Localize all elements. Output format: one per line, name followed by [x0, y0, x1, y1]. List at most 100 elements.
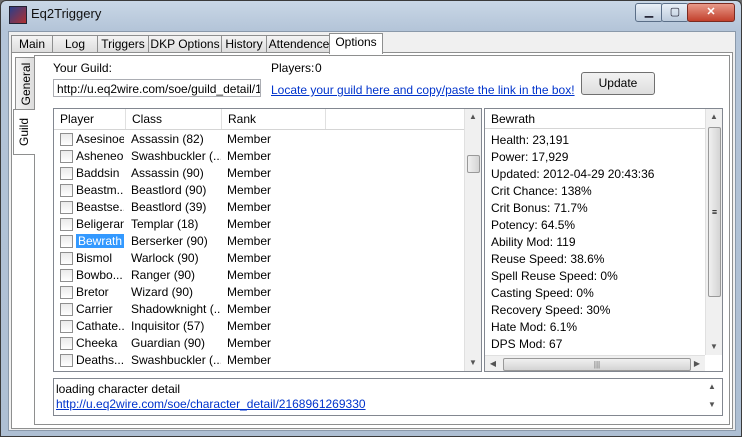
- tab-history[interactable]: History: [221, 35, 267, 53]
- detail-scroll-thumb[interactable]: ≡: [708, 127, 721, 297]
- class-cell: Beastlord (39): [131, 200, 207, 214]
- tab-triggers[interactable]: Triggers: [97, 35, 149, 53]
- table-row[interactable]: Beligerant Templar (18) Member: [54, 216, 464, 233]
- maximize-button[interactable]: ▢: [661, 3, 689, 22]
- column-header-rank[interactable]: Rank: [222, 109, 326, 129]
- log-textbox[interactable]: loading character detail http://u.eq2wir…: [53, 378, 723, 416]
- table-row[interactable]: Asheneo Swashbuckler (... Member: [54, 148, 464, 165]
- table-row[interactable]: Bretor Wizard (90) Member: [54, 284, 464, 301]
- class-cell: Wizard (90): [131, 285, 194, 299]
- detail-scroll-left-icon[interactable]: ◀: [485, 356, 501, 371]
- tab-attendence[interactable]: Attendence: [266, 35, 332, 53]
- app-window: Eq2Triggery ▁ ▢ ✕ Main Log Triggers DKP …: [0, 0, 742, 437]
- side-tab-guild[interactable]: Guild: [13, 109, 35, 155]
- detail-line: Power: 17,929: [491, 150, 569, 164]
- window-title: Eq2Triggery: [31, 6, 102, 21]
- log-scroll-up-icon[interactable]: ▲: [704, 379, 720, 397]
- player-name-cell: Bretor: [76, 284, 124, 301]
- row-checkbox[interactable]: [60, 337, 73, 350]
- row-checkbox[interactable]: [60, 354, 73, 367]
- detail-vertical-scrollbar[interactable]: ▲ ≡ ▼: [705, 109, 722, 355]
- detail-line: Hate Mod: 6.1%: [491, 320, 578, 334]
- rank-cell: Member: [227, 132, 272, 146]
- row-checkbox[interactable]: [60, 184, 73, 197]
- rank-cell: Member: [227, 149, 272, 163]
- options-tab-page: General Guild Your Guild: http://u.eq2wi…: [11, 52, 733, 429]
- player-name: Asheneo: [76, 149, 124, 163]
- row-checkbox[interactable]: [60, 235, 73, 248]
- scroll-down-arrow-icon[interactable]: ▼: [465, 355, 481, 371]
- rank-cell: Member: [227, 319, 272, 333]
- player-name-cell: Baddsin: [76, 165, 124, 182]
- guild-url-input[interactable]: http://u.eq2wire.com/soe/guild_detail/10…: [53, 79, 261, 97]
- player-name-cell: Deaths...: [76, 352, 124, 369]
- column-header-class[interactable]: Class: [126, 109, 222, 129]
- table-row[interactable]: Baddsin Assassin (90) Member: [54, 165, 464, 182]
- row-checkbox[interactable]: [60, 150, 73, 163]
- player-name: Beligerant: [76, 217, 124, 231]
- player-grid[interactable]: Player Class Rank Asesinoe Assassin (82) M…: [53, 108, 482, 372]
- row-checkbox[interactable]: [60, 201, 73, 214]
- player-name: Deaths...: [76, 353, 124, 367]
- players-count: 0: [315, 61, 322, 75]
- update-button[interactable]: Update: [581, 72, 655, 95]
- column-header-filler: [326, 109, 464, 129]
- table-row[interactable]: Beastse... Beastlord (39) Member: [54, 199, 464, 216]
- row-checkbox[interactable]: [60, 286, 73, 299]
- table-row[interactable]: Asesinoe Assassin (82) Member: [54, 131, 464, 148]
- row-checkbox[interactable]: [60, 218, 73, 231]
- detail-hscroll-thumb[interactable]: |||: [503, 358, 691, 371]
- tab-log[interactable]: Log: [52, 35, 98, 53]
- table-row[interactable]: Bewrath Berserker (90) Member: [54, 233, 464, 250]
- column-header-player[interactable]: Player: [54, 109, 126, 129]
- class-cell: Assassin (90): [131, 166, 204, 180]
- row-checkbox[interactable]: [60, 303, 73, 316]
- player-name-cell: Asesinoe: [76, 131, 124, 148]
- close-button[interactable]: ✕: [687, 3, 735, 22]
- locate-guild-link[interactable]: Locate your guild here and copy/paste th…: [271, 83, 575, 97]
- row-checkbox[interactable]: [60, 320, 73, 333]
- guild-page: Your Guild: http://u.eq2wire.com/soe/gui…: [34, 55, 730, 425]
- detail-scroll-up-icon[interactable]: ▲: [706, 109, 722, 125]
- character-detail-panel: Bewrath Health: 23,191 Power: 17,929 Updat…: [484, 108, 723, 372]
- table-row[interactable]: Cheeka Guardian (90) Member: [54, 335, 464, 352]
- class-cell: Berserker (90): [131, 234, 208, 248]
- table-row[interactable]: Bismol Warlock (90) Member: [54, 250, 464, 267]
- tab-options[interactable]: Options: [329, 33, 383, 54]
- row-checkbox[interactable]: [60, 133, 73, 146]
- table-row[interactable]: Beastm... Beastlord (90) Member: [54, 182, 464, 199]
- detail-scroll-right-icon[interactable]: ▶: [689, 356, 705, 371]
- class-cell: Beastlord (90): [131, 183, 207, 197]
- class-cell: Swashbuckler (...: [131, 353, 221, 367]
- row-checkbox[interactable]: [60, 269, 73, 282]
- class-cell: Templar (18): [131, 217, 199, 231]
- table-row[interactable]: Cathate... Inquisitor (57) Member: [54, 318, 464, 335]
- title-bar[interactable]: Eq2Triggery ▁ ▢ ✕: [1, 1, 741, 27]
- table-row[interactable]: Deaths... Swashbuckler (... Member: [54, 352, 464, 369]
- detail-horizontal-scrollbar[interactable]: ◀ ||| ▶: [485, 355, 705, 371]
- grid-vertical-scrollbar[interactable]: ▲ ▼: [464, 109, 481, 371]
- player-name-cell: Beastse...: [76, 199, 124, 216]
- class-cell: Inquisitor (57): [131, 319, 205, 333]
- log-scroll-down-icon[interactable]: ▼: [704, 397, 720, 415]
- minimize-button[interactable]: ▁: [635, 3, 663, 22]
- detail-line: Potency: 64.5%: [491, 218, 576, 232]
- tab-dkp-options[interactable]: DKP Options: [148, 35, 222, 53]
- log-line-status: loading character detail: [56, 382, 181, 396]
- player-name: Bretor: [76, 285, 109, 299]
- row-checkbox[interactable]: [60, 252, 73, 265]
- tab-main[interactable]: Main: [11, 35, 53, 53]
- table-row[interactable]: Carrier Shadowknight (... Member: [54, 301, 464, 318]
- row-checkbox[interactable]: [60, 167, 73, 180]
- player-name: Carrier: [76, 302, 113, 316]
- scroll-up-arrow-icon[interactable]: ▲: [465, 109, 481, 125]
- detail-line: Recovery Speed: 30%: [491, 303, 611, 317]
- log-line-link[interactable]: http://u.eq2wire.com/soe/character_detai…: [56, 397, 366, 411]
- table-row[interactable]: Bowbo... Ranger (90) Member: [54, 267, 464, 284]
- grid-scroll-thumb[interactable]: [467, 155, 480, 173]
- detail-line: Health: 23,191: [491, 133, 570, 147]
- detail-scroll-down-icon[interactable]: ▼: [706, 339, 722, 355]
- player-name-cell: Asheneo: [76, 148, 124, 165]
- grid-header: Player Class Rank: [54, 109, 464, 130]
- player-name: Bowbo...: [76, 268, 123, 282]
